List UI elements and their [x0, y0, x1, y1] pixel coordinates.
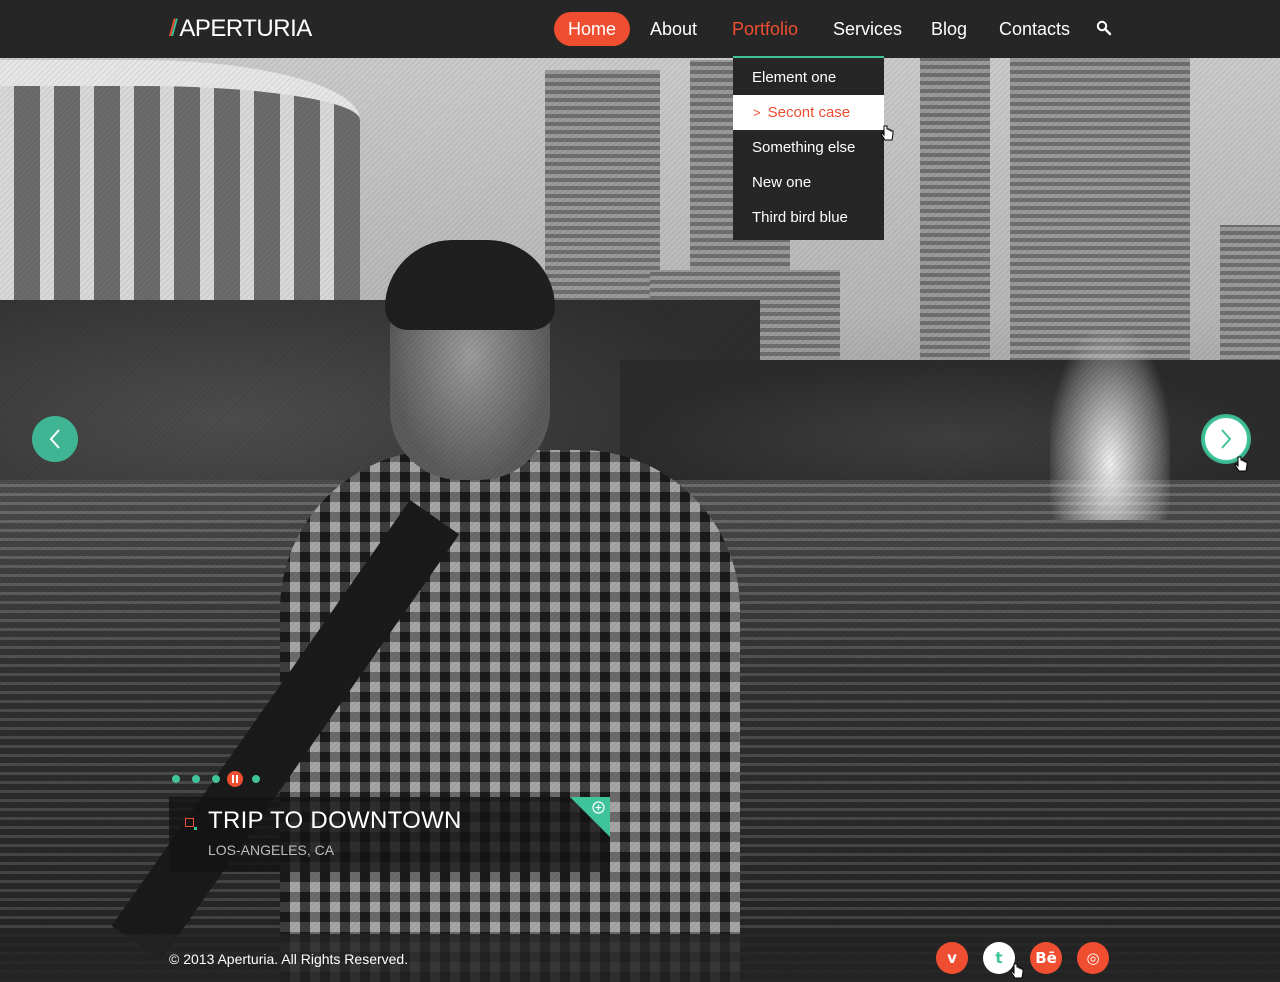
twitter-button[interactable]: t — [983, 942, 1015, 974]
slide-dot[interactable] — [212, 775, 220, 783]
nav-blog[interactable]: Blog — [917, 12, 981, 46]
dropdown-item-third-bird-blue[interactable]: Third bird blue — [733, 200, 884, 235]
slide-dot[interactable] — [172, 775, 180, 783]
logo-text: APERTURIA — [179, 15, 312, 42]
plus-circle-icon[interactable] — [592, 801, 605, 814]
slide-title: TRIP TO DOWNTOWN — [208, 807, 462, 834]
portfolio-dropdown: Element one > Secont case Something else … — [733, 56, 884, 240]
nav-portfolio[interactable]: Portfolio — [718, 12, 812, 46]
dropdown-item-element-one[interactable]: Element one — [733, 60, 884, 95]
chevron-right-icon: > — [753, 105, 761, 120]
nav-contacts[interactable]: Contacts — [985, 12, 1084, 46]
slide-subtitle: LOS-ANGELES, CA — [208, 842, 335, 858]
dropdown-item-something-else[interactable]: Something else — [733, 130, 884, 165]
site-footer: © 2013 Aperturia. All Rights Reserved. v… — [0, 934, 1280, 982]
dribbble-icon: ◎ — [1086, 949, 1100, 967]
nav-about[interactable]: About — [636, 12, 711, 46]
slide-dot[interactable] — [192, 775, 200, 783]
behance-icon: Bē — [1035, 949, 1057, 967]
pause-icon[interactable] — [227, 771, 243, 787]
slider-prev-button[interactable] — [32, 416, 78, 462]
dropdown-item-new-one[interactable]: New one — [733, 165, 884, 200]
chevron-left-icon — [49, 429, 60, 449]
slider-next-button[interactable] — [1203, 416, 1249, 462]
slide-dot[interactable] — [252, 775, 260, 783]
behance-button[interactable]: Bē — [1030, 942, 1062, 974]
site-logo[interactable]: //APERTURIA — [169, 15, 312, 43]
site-header: //APERTURIA Home About Portfolio Service… — [0, 0, 1280, 58]
twitter-icon: t — [995, 949, 1003, 967]
copyright-text: © 2013 Aperturia. All Rights Reserved. — [169, 951, 409, 967]
dribbble-button[interactable]: ◎ — [1077, 942, 1109, 974]
vimeo-button[interactable]: v — [936, 942, 968, 974]
slide-caption: TRIP TO DOWNTOWN LOS-ANGELES, CA — [169, 797, 610, 872]
search-icon[interactable] — [1096, 20, 1112, 36]
chevron-right-icon — [1221, 429, 1232, 449]
dropdown-item-secont-case[interactable]: > Secont case — [733, 95, 884, 130]
vimeo-icon: v — [947, 949, 957, 967]
square-icon — [185, 818, 197, 830]
nav-home[interactable]: Home — [554, 12, 631, 46]
nav-services[interactable]: Services — [819, 12, 916, 46]
